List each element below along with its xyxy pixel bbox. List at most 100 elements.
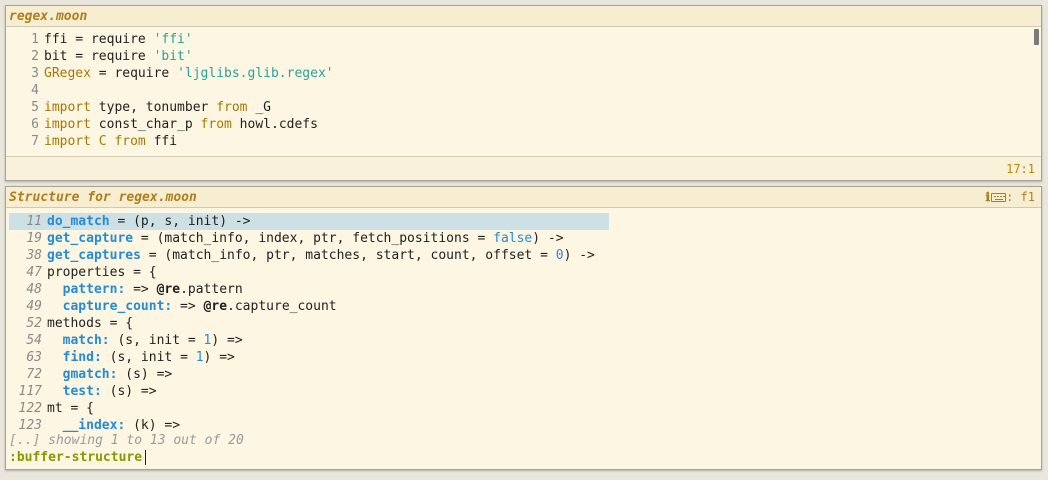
code-token: 'ljglibs.glib.regex' xyxy=(177,66,334,81)
code-line[interactable]: 3 GRegex = require 'ljglibs.glib.regex' xyxy=(6,65,1041,82)
item-line-number: 47 xyxy=(26,265,42,280)
code-token: ) -> xyxy=(532,231,564,246)
line-number: 1 xyxy=(31,32,39,47)
code-token: do_match xyxy=(47,214,110,229)
list-footer: [..] showing 1 to 13 out of 20 xyxy=(9,433,244,448)
code-token: .capture_count xyxy=(227,299,337,314)
editor-panel[interactable]: regex.moon 1 ffi = require 'ffi' 2 bit = re… xyxy=(5,5,1042,181)
item-line-number: 11 xyxy=(26,214,42,229)
item-text: methods = { xyxy=(42,315,133,332)
code-token: GRegex xyxy=(44,66,91,81)
code-token: methods = { xyxy=(47,316,134,331)
item-line-number: 52 xyxy=(26,316,42,331)
item-text: properties = { xyxy=(42,264,157,281)
code-token: ffi = require xyxy=(44,32,154,47)
structure-item[interactable]: 38 get_captures = (match_info, ptr, match… xyxy=(9,247,1038,264)
structure-item[interactable]: 54 match: (s, init = 1) => xyxy=(9,332,1038,349)
structure-item[interactable]: 117 test: (s) => xyxy=(9,383,1038,400)
item-line-number: 38 xyxy=(26,248,42,263)
shortcut-label: : f1 xyxy=(1006,190,1035,204)
item-line-number: 48 xyxy=(26,282,42,297)
line-number: 6 xyxy=(31,117,39,132)
code-token: @re xyxy=(156,282,181,297)
code-line[interactable]: 7 import C from ffi xyxy=(6,133,1041,150)
editor-scrollbar[interactable] xyxy=(1034,29,1039,45)
item-line-number: 19 xyxy=(26,231,42,246)
code-line[interactable]: 2 bit = require 'bit' xyxy=(6,48,1041,65)
code-token: 1 xyxy=(195,350,204,365)
line-text: GRegex = require 'ljglibs.glib.regex' xyxy=(41,65,334,82)
code-token: test: xyxy=(62,384,102,399)
structure-item[interactable]: 52 methods = { xyxy=(9,315,1038,332)
structure-item[interactable]: 122 mt = { xyxy=(9,400,1038,417)
structure-panel[interactable]: Structure for regex.moon ℹ: f1 11 do_matc… xyxy=(5,186,1042,470)
item-text: capture_count: => @re.capture_count xyxy=(42,298,337,315)
item-text: gmatch: (s) => xyxy=(42,366,173,383)
code-token: (s, init = xyxy=(109,333,204,348)
line-number: 5 xyxy=(31,100,39,115)
item-text: get_captures = (match_info, ptr, matches… xyxy=(42,247,595,264)
code-token: from xyxy=(216,100,248,115)
line-number: 2 xyxy=(31,49,39,64)
code-token: from xyxy=(114,134,146,149)
line-text: bit = require 'bit' xyxy=(41,48,193,65)
command-text[interactable]: :buffer-structure xyxy=(9,450,142,465)
item-text: mt = { xyxy=(42,400,94,417)
item-text: do_match = (p, s, init) -> xyxy=(42,213,251,230)
structure-item-selected[interactable]: 11 do_match = (p, s, init) -> xyxy=(9,213,609,230)
code-token: properties = { xyxy=(47,265,157,280)
item-text: pattern: => @re.pattern xyxy=(42,281,243,298)
line-text: import C from ffi xyxy=(41,133,177,150)
code-line[interactable]: 1 ffi = require 'ffi' xyxy=(6,31,1041,48)
structure-list[interactable]: 11 do_match = (p, s, init) -> 19 get_captur… xyxy=(9,213,1038,434)
editor-title: regex.moon xyxy=(6,6,1041,27)
item-line-number: 54 xyxy=(26,333,42,348)
item-text: get_capture = (match_info, index, ptr, f… xyxy=(42,230,564,247)
structure-item[interactable]: 47 properties = { xyxy=(9,264,1038,281)
item-text: match: (s, init = 1) => xyxy=(42,332,243,349)
code-line[interactable]: 6 import const_char_p from howl.cdefs xyxy=(6,116,1041,133)
code-token: (s) => xyxy=(101,384,157,399)
code-line[interactable]: 4 xyxy=(6,82,1041,99)
code-line[interactable]: 5 import type, tonumber from _G xyxy=(6,99,1041,116)
code-token: get_captures xyxy=(47,248,141,263)
line-text: import type, tonumber from _G xyxy=(41,99,271,116)
info-icon[interactable]: ℹ xyxy=(986,190,991,204)
code-token: import xyxy=(44,100,91,115)
structure-item[interactable]: 19 get_capture = (match_info, index, ptr,… xyxy=(9,230,1038,247)
item-line-number: 117 xyxy=(18,384,42,399)
code-token: _G xyxy=(247,100,271,115)
code-token: howl.cdefs xyxy=(231,117,318,132)
code-token: gmatch: xyxy=(62,367,118,382)
keyboard-icon[interactable] xyxy=(991,193,1007,202)
command-line[interactable]: :buffer-structure xyxy=(9,449,147,467)
code-token: 0 xyxy=(555,248,564,263)
code-token: find: xyxy=(62,350,102,365)
code-token: from xyxy=(200,117,232,132)
structure-item[interactable]: 63 find: (s, init = 1) => xyxy=(9,349,1038,366)
code-token: 'ffi' xyxy=(153,32,193,47)
code-token: capture_count: xyxy=(62,299,173,314)
code-area[interactable]: 1 ffi = require 'ffi' 2 bit = require 'bit'… xyxy=(6,31,1041,155)
line-number: 7 xyxy=(31,134,39,149)
line-text: ffi = require 'ffi' xyxy=(41,31,193,48)
code-token: const_char_p xyxy=(90,117,201,132)
line-number: 3 xyxy=(31,66,39,81)
structure-item[interactable]: 49 capture_count: => @re.capture_count xyxy=(9,298,1038,315)
code-token: = (p, s, init) -> xyxy=(109,214,251,229)
code-token: @re xyxy=(203,299,228,314)
structure-item[interactable]: 72 gmatch: (s) => xyxy=(9,366,1038,383)
structure-item[interactable]: 48 pattern: => @re.pattern xyxy=(9,281,1038,298)
code-token: 'bit' xyxy=(153,49,193,64)
text-caret xyxy=(145,450,147,465)
cursor-position: 17:1 xyxy=(1006,162,1035,176)
code-token: import xyxy=(44,134,91,149)
structure-title-bar: Structure for regex.moon ℹ: f1 xyxy=(6,187,1041,208)
code-token: = (match_info, ptr, matches, start, coun… xyxy=(140,248,556,263)
code-token: .pattern xyxy=(180,282,243,297)
